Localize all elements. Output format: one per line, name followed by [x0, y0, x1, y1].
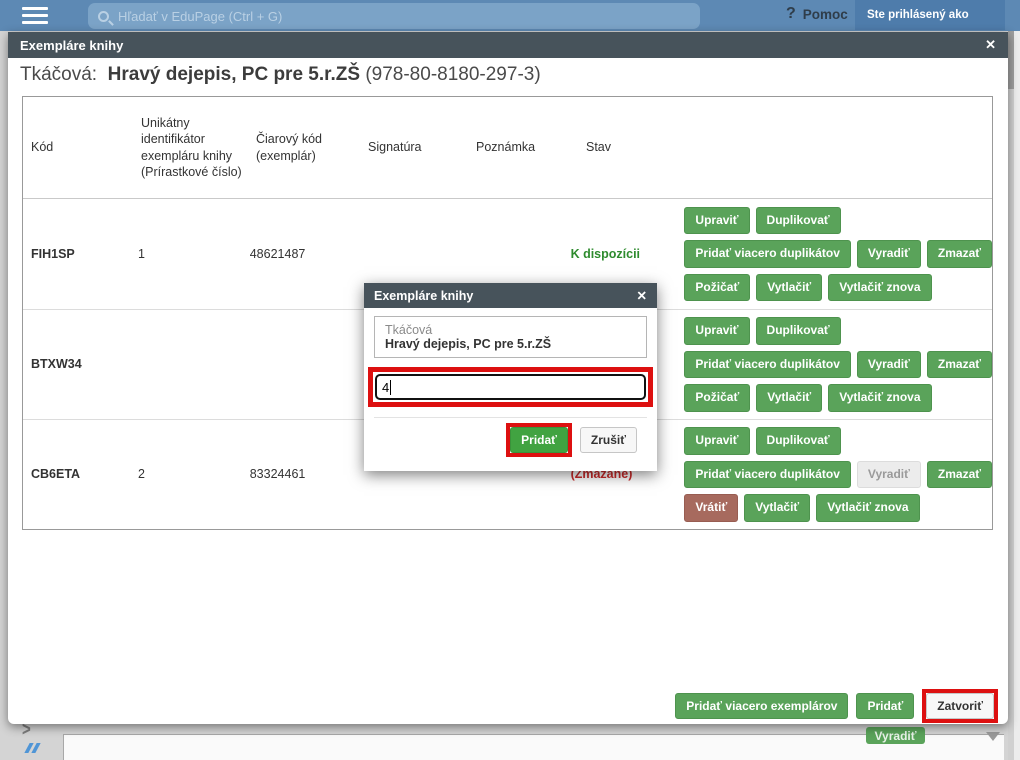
delete-button[interactable]: Zmazať [927, 240, 992, 268]
print-button[interactable]: Vytlačiť [756, 384, 822, 412]
dialog-footer: Pridať viacero exemplárov Pridať Zatvori… [675, 686, 998, 726]
highlight-box-close: Zatvoriť [922, 689, 998, 723]
edit-button[interactable]: Upraviť [684, 207, 749, 235]
col-header-uid: Unikátny identifikátor exempláru knihy (… [133, 97, 248, 198]
add-multiple-copies-button[interactable]: Pridať viacero exemplárov [675, 693, 848, 719]
table-header-row: Kód Unikátny identifikátor exempláru kni… [23, 97, 992, 199]
popup-title: Exempláre knihy [374, 289, 473, 303]
add-duplicates-button[interactable]: Pridať viacero duplikátov [684, 461, 850, 489]
cell-code: CB6ETA [23, 420, 130, 529]
book-heading: Tkáčová: Hravý dejepis, PC pre 5.r.ZŠ (9… [20, 64, 541, 86]
delete-button[interactable]: Zmazať [927, 351, 992, 379]
print-again-button[interactable]: Vytlačiť znova [816, 494, 919, 522]
add-duplicates-button[interactable]: Pridať viacero duplikátov [684, 351, 850, 379]
occluded-background-button[interactable]: Vyradiť [866, 727, 925, 744]
lend-button[interactable]: Požičať [684, 384, 750, 412]
add-copies-popup: Exempláre knihy ✕ Tkáčová Hravý dejepis,… [364, 283, 657, 471]
book-author: Tkáčová: [20, 64, 97, 85]
cell-actions: Upraviť Duplikovať Pridať viacero duplik… [672, 310, 992, 419]
logged-in-as-button[interactable]: Ste prihlásený ako [855, 0, 1005, 30]
close-icon[interactable]: ✕ [985, 37, 996, 53]
add-copy-button[interactable]: Pridať [856, 693, 914, 719]
print-again-button[interactable]: Vytlačiť znova [828, 274, 931, 302]
highlight-box-add: Pridať [506, 423, 572, 457]
popup-add-button[interactable]: Pridať [510, 427, 568, 453]
col-header-note: Poznámka [468, 97, 578, 198]
add-duplicates-button[interactable]: Pridať viacero duplikátov [684, 240, 850, 268]
print-button[interactable]: Vytlačiť [756, 274, 822, 302]
page-right-margin [1014, 31, 1020, 760]
print-button[interactable]: Vytlačiť [744, 494, 810, 522]
col-header-signatura: Signatúra [360, 97, 468, 198]
help-icon: ? [786, 5, 796, 23]
hamburger-menu-icon[interactable] [22, 7, 48, 24]
close-dialog-button[interactable]: Zatvoriť [926, 693, 994, 719]
vertical-scrollbar-thumb[interactable] [1008, 31, 1014, 89]
vertical-scrollbar-track[interactable] [1008, 31, 1014, 760]
search-icon [98, 11, 109, 22]
help-label: Pomoc [803, 7, 848, 22]
cell-uid [130, 310, 242, 419]
book-info-box: Tkáčová Hravý dejepis, PC pre 5.r.ZŠ [374, 316, 647, 358]
col-header-barcode: Čiarový kód (exemplár) [248, 97, 360, 198]
cell-barcode: 83324461 [242, 420, 351, 529]
copies-count-value: 4 [382, 380, 389, 395]
cell-uid: 1 [130, 199, 242, 309]
col-header-status: Stav [578, 97, 691, 198]
edit-button[interactable]: Upraviť [684, 317, 749, 345]
cell-code: FIH1SP [23, 199, 130, 309]
resize-handle-icon[interactable] [27, 743, 38, 753]
book-title: Hravý dejepis, PC pre 5.r.ZŠ [108, 64, 360, 85]
dialog-titlebar: Exempláre knihy ✕ [8, 32, 1008, 58]
search-placeholder: Hľadať v EduPage (Ctrl + G) [118, 9, 282, 24]
return-button[interactable]: Vrátiť [684, 494, 738, 522]
popup-book-author: Tkáčová [385, 323, 636, 337]
popup-book-title: Hravý dejepis, PC pre 5.r.ZŠ [385, 337, 636, 351]
topbar: Hľadať v EduPage (Ctrl + G) ? Pomoc Ste … [0, 0, 1020, 31]
popup-cancel-button[interactable]: Zrušiť [580, 427, 637, 453]
popup-body: Tkáčová Hravý dejepis, PC pre 5.r.ZŠ 4 P… [364, 308, 657, 457]
cell-code: BTXW34 [23, 310, 130, 419]
col-header-code: Kód [23, 97, 133, 198]
cell-uid: 2 [130, 420, 242, 529]
search-input[interactable]: Hľadať v EduPage (Ctrl + G) [88, 3, 700, 29]
dialog-title: Exempláre knihy [20, 38, 123, 53]
discard-button-disabled: Vyradiť [857, 461, 921, 489]
cell-barcode: 48621487 [242, 199, 351, 309]
duplicate-button[interactable]: Duplikovať [756, 207, 841, 235]
text-caret [390, 380, 391, 395]
delete-button[interactable]: Zmazať [927, 461, 992, 489]
lend-button[interactable]: Požičať [684, 274, 750, 302]
duplicate-button[interactable]: Duplikovať [756, 427, 841, 455]
copies-count-input[interactable]: 4 [375, 374, 646, 400]
close-icon[interactable]: ✕ [637, 288, 647, 303]
scroll-down-arrow-icon[interactable] [986, 732, 1000, 741]
edit-button[interactable]: Upraviť [684, 427, 749, 455]
cell-barcode [242, 310, 351, 419]
cell-actions: Upraviť Duplikovať Pridať viacero duplik… [672, 199, 992, 309]
discard-button[interactable]: Vyradiť [857, 240, 921, 268]
help-button[interactable]: ? Pomoc [786, 5, 848, 23]
book-isbn: (978-80-8180-297-3) [365, 64, 540, 85]
highlight-box-input: 4 [368, 367, 653, 407]
discard-button[interactable]: Vyradiť [857, 351, 921, 379]
popup-titlebar: Exempláre knihy ✕ [364, 283, 657, 308]
duplicate-button[interactable]: Duplikovať [756, 317, 841, 345]
background-content-panel [63, 734, 1004, 760]
popup-footer: Pridať Zrušiť [374, 418, 647, 457]
print-again-button[interactable]: Vytlačiť znova [828, 384, 931, 412]
cell-actions: Upraviť Duplikovať Pridať viacero duplik… [672, 420, 992, 529]
